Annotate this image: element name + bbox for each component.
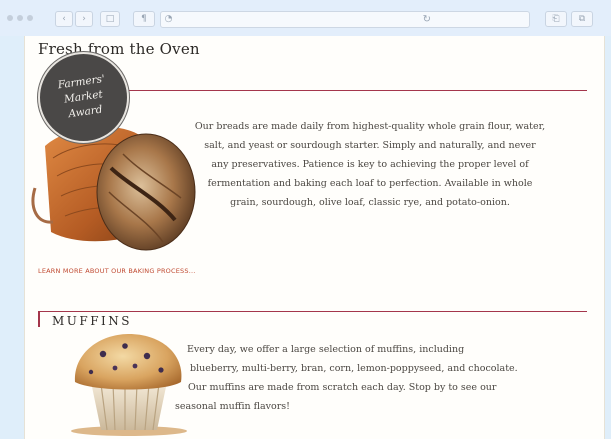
forward-button[interactable]: ›	[75, 11, 93, 27]
paragraph-line: salt, and yeast or sourdough starter. Si…	[204, 140, 536, 151]
muffins-description: Every day, we offer a large selection of…	[175, 340, 575, 416]
minimize-window-button[interactable]	[17, 15, 23, 21]
back-button[interactable]: ‹	[55, 11, 73, 27]
history-icon: ◔	[164, 14, 173, 24]
paragraph-line: Our breads are made daily from highest-q…	[194, 121, 546, 132]
tabs-overview-button[interactable]: ⧉	[571, 11, 593, 27]
muffin-image	[71, 334, 187, 436]
window-controls	[7, 15, 33, 23]
sidebar-icon: □	[105, 14, 115, 24]
paragraph-line: grain, sourdough, olive loaf, classic ry…	[230, 197, 510, 208]
section-divider	[38, 311, 587, 312]
paragraph-line: Our muffins are made from scratch each d…	[188, 382, 497, 393]
muffins-heading: MUFFINS	[52, 314, 133, 328]
paragraph-line: fermentation and baking each loaf to per…	[207, 178, 533, 189]
paragraph-line: any preservatives. Patience is key to ac…	[211, 159, 529, 170]
history-button[interactable]: ◔	[136, 11, 173, 27]
learn-more-link[interactable]: LEARN MORE ABOUT OUR BAKING PROCESS...	[38, 267, 196, 275]
forward-icon: ›	[82, 14, 86, 24]
section-marker	[38, 311, 40, 327]
award-badge-text: Farmers' Market Award	[37, 69, 129, 126]
share-button[interactable]: ⎗	[545, 11, 567, 27]
address-bar[interactable]: ↻	[160, 11, 530, 28]
zoom-window-button[interactable]	[27, 15, 33, 21]
back-icon: ‹	[62, 14, 66, 24]
share-icon: ⎗	[552, 14, 560, 24]
paragraph-line: Every day, we offer a large selection of…	[187, 344, 465, 355]
bread-description: Our breads are made daily from highest-q…	[151, 117, 589, 212]
browser-toolbar: ‹ › □ ¶ ↻ ◔ ⎗ ⧉	[0, 0, 611, 36]
tabs-icon: ⧉	[578, 14, 586, 24]
sidebar-button[interactable]: □	[100, 11, 120, 27]
page-title: Fresh from the Oven	[38, 40, 200, 58]
paragraph-line: seasonal muffin flavors!	[175, 401, 290, 412]
web-page: Fresh from the Oven Farmers' Market Awar…	[24, 36, 605, 439]
reader-icon: ¶	[141, 14, 147, 24]
paragraph-line: blueberry, multi-berry, bran, corn, lemo…	[190, 363, 518, 374]
farmers-market-award-badge: Farmers' Market Award	[38, 52, 129, 143]
reload-icon[interactable]: ↻	[423, 12, 431, 27]
close-window-button[interactable]	[7, 15, 13, 21]
